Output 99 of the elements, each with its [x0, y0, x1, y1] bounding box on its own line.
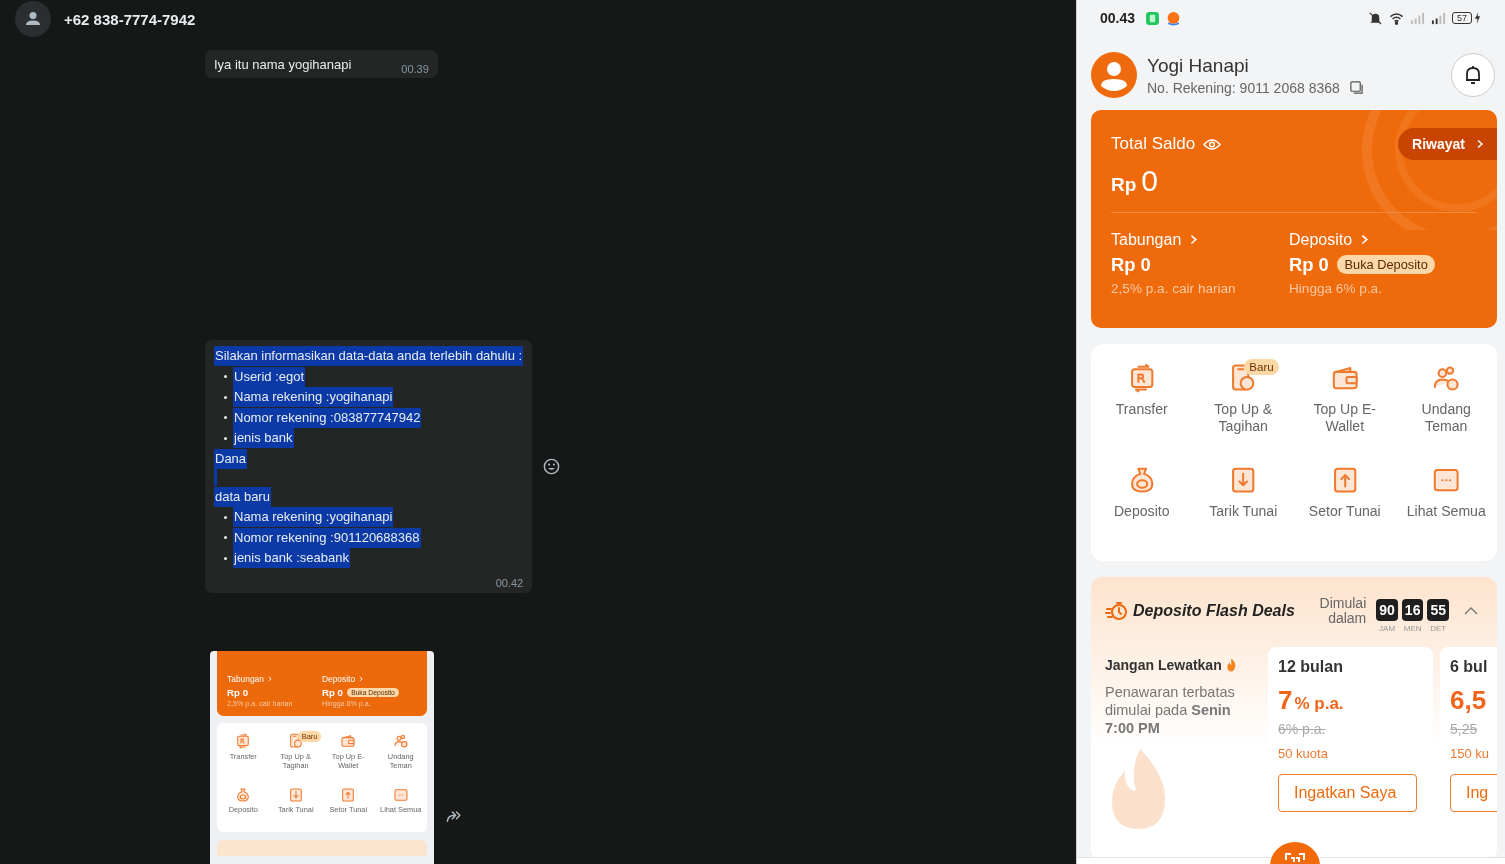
user-avatar-icon[interactable] — [1091, 52, 1137, 98]
bullet-dot — [224, 395, 227, 399]
chevron-right-icon — [358, 676, 365, 682]
account-label[interactable]: Deposito — [1289, 231, 1353, 249]
people-icon — [392, 733, 409, 750]
deal-term: 6 bul — [1450, 658, 1489, 676]
selection-highlight — [214, 469, 217, 486]
bullet-dot — [224, 536, 227, 539]
emoji-icon[interactable] — [542, 456, 562, 476]
menu-item[interactable]: Deposito — [1098, 502, 1186, 520]
message-text: Dana — [214, 448, 248, 469]
deal-quota: 150 ku — [1450, 746, 1491, 761]
message-text: Nama rekening :yogihanapi — [233, 387, 394, 407]
wifi-icon — [1389, 10, 1404, 26]
message-text: Iya itu nama yogihanapi — [214, 56, 352, 74]
account-label[interactable]: Tabungan — [227, 674, 264, 684]
bullet-dot — [224, 515, 227, 519]
app-notification-icon — [1166, 10, 1182, 26]
account-note: Hingga 6% p.a. — [1289, 280, 1383, 296]
status-time: 00.43 — [1100, 10, 1136, 26]
charging-icon — [1474, 12, 1481, 24]
user-name: Yogi Hanapi — [1147, 54, 1250, 77]
old-rate: 6% p.a. — [1278, 721, 1327, 737]
bullet-dot — [224, 556, 227, 560]
eye-icon[interactable] — [1203, 137, 1222, 151]
up-arrow-box-icon — [340, 786, 357, 803]
battery-level: 57 — [1452, 12, 1472, 24]
account-amount: Rp 0 — [1289, 253, 1329, 276]
message-time: 00.42 — [495, 576, 524, 589]
flash-deals-title: Deposito Flash Deals — [1133, 602, 1295, 620]
deal-quota: 50 kuota — [1278, 746, 1329, 761]
countdown-value: 90 — [1376, 599, 1398, 621]
exchange-icon — [235, 733, 252, 750]
contact-avatar-icon[interactable] — [15, 1, 51, 37]
copy-icon[interactable] — [1348, 80, 1364, 95]
account-label[interactable]: Tabungan — [1111, 231, 1182, 249]
fire-icon — [1225, 658, 1237, 672]
account-label[interactable]: Deposito — [322, 674, 356, 684]
menu-item[interactable]: Lihat Semua — [1402, 502, 1490, 520]
balance-amount: 0 — [1141, 164, 1158, 198]
signal-icon — [1410, 10, 1425, 26]
signal-icon — [1431, 10, 1446, 26]
open-deposit-button[interactable]: Buka Deposito — [1336, 255, 1436, 275]
message-bubble[interactable]: Iya itu nama yogihanapi 00.39 — [205, 50, 438, 78]
notification-button[interactable] — [1451, 53, 1495, 97]
wallet-icon — [340, 733, 357, 750]
contact-name[interactable]: +62 838-7774-7942 — [64, 10, 196, 28]
chevron-up-icon[interactable] — [1463, 606, 1479, 616]
menu-item[interactable]: Setor Tunai — [1301, 502, 1389, 520]
mute-icon — [1368, 10, 1383, 26]
deal-rate: 7% p.a. — [1278, 685, 1345, 716]
app-notification-icon — [1145, 10, 1161, 26]
countdown-value: 16 — [1401, 599, 1424, 621]
remind-button[interactable]: Ing — [1450, 774, 1497, 812]
message-text: Nama rekening :yogihanapi — [233, 507, 394, 527]
message-text: data baru — [214, 486, 271, 507]
balance-label: Total Saldo — [1111, 134, 1196, 154]
menu-item[interactable]: Top Up E-Wallet — [1301, 400, 1389, 435]
countdown-label: Dimulai dalam — [1318, 595, 1367, 627]
deal-rate: 6,5 — [1450, 685, 1488, 716]
chevron-right-icon — [267, 676, 274, 682]
countdown-unit: DET — [1430, 624, 1447, 633]
menu-item[interactable]: Undang Teman — [1402, 400, 1490, 435]
more-icon — [392, 786, 409, 803]
message-text: Nomor rekening :083877747942 — [233, 407, 422, 428]
currency-label: Rp — [1111, 174, 1137, 196]
menu-item[interactable]: Tarik Tunai — [1199, 502, 1287, 520]
countdown-value: 55 — [1427, 599, 1449, 621]
down-arrow-box-icon — [287, 786, 304, 803]
new-badge: Baru — [1243, 359, 1280, 375]
people-icon — [1431, 363, 1462, 394]
message-text: Nomor rekening :901120688368 — [233, 527, 421, 548]
account-amount: Rp 0 — [322, 686, 343, 698]
deal-term: 12 bulan — [1278, 658, 1344, 676]
stopwatch-icon — [1105, 599, 1129, 623]
scan-icon — [1283, 850, 1307, 862]
bullet-dot — [224, 375, 227, 378]
account-number: No. Rekening: 9011 2068 8368 — [1147, 79, 1340, 96]
countdown-unit: MEN — [1403, 624, 1422, 633]
message-text: jenis bank — [233, 428, 294, 448]
old-rate: 5,25 — [1450, 721, 1479, 737]
countdown-unit: JAM — [1379, 624, 1396, 633]
message-time: 00.39 — [401, 63, 429, 75]
message-text: Silakan informasikan data-data anda terlebih dahulu : — [214, 346, 524, 366]
history-button[interactable]: Riwayat — [1398, 128, 1497, 160]
promo-text: Penawaran terbatas dimulai pada Senin 7:00 PM — [1105, 683, 1236, 738]
bullet-dot — [224, 416, 227, 419]
message-bubble[interactable] — [205, 340, 533, 593]
bullet-dot — [224, 436, 227, 440]
chevron-right-icon — [1475, 139, 1485, 149]
remind-button[interactable]: Ingatkan Saya — [1278, 774, 1417, 812]
account-amount: Rp 0 — [227, 686, 248, 698]
menu-item[interactable]: Top Up & Tagihan — [1199, 400, 1287, 435]
menu-item[interactable]: Transfer — [1098, 400, 1186, 418]
account-amount: Rp 0 — [1111, 253, 1151, 276]
message-text: Userid :egot — [233, 366, 306, 387]
promo-headline: Jangan Lewatkan — [1105, 657, 1222, 673]
message-text: jenis bank :seabank — [233, 548, 350, 568]
money-bag-icon — [235, 786, 252, 803]
